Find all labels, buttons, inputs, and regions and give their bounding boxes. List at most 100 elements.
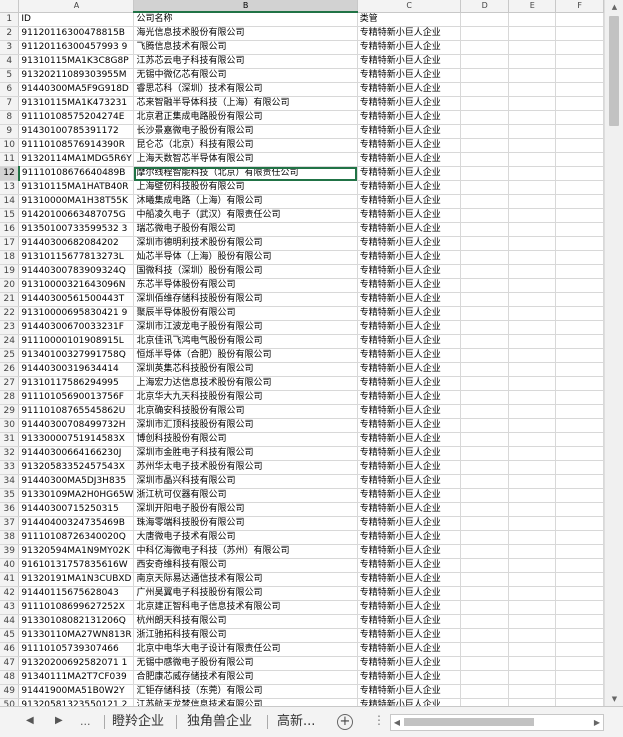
cell[interactable] — [508, 306, 557, 321]
more-sheets-left[interactable]: ... — [80, 715, 91, 728]
cell[interactable]: 深圳开阳电子股份有限公司 — [133, 502, 358, 517]
cell[interactable]: 专精特新小巨人企业 — [357, 110, 462, 125]
cell[interactable]: 北京中电华大电子设计有限责任公司 — [133, 642, 358, 657]
cell[interactable] — [555, 250, 604, 265]
cell[interactable] — [555, 404, 604, 419]
cell[interactable]: 91310115MA1K473231 — [18, 96, 135, 111]
cell[interactable] — [460, 26, 509, 41]
cell[interactable]: 专精特新小巨人企业 — [357, 516, 462, 531]
cell[interactable]: 专精特新小巨人企业 — [357, 572, 462, 587]
cell[interactable] — [508, 460, 557, 475]
row-header[interactable]: 24 — [0, 334, 20, 349]
cell[interactable]: 公司名称 — [133, 12, 358, 27]
row-header[interactable]: 39 — [0, 544, 20, 559]
cell[interactable] — [508, 320, 557, 335]
row-header[interactable]: 25 — [0, 348, 20, 363]
cell[interactable]: 专精特新小巨人企业 — [357, 292, 462, 307]
cell[interactable]: 91310000695830421 9 — [18, 306, 135, 321]
cell[interactable]: 专精特新小巨人企业 — [357, 250, 462, 265]
cell[interactable]: 91110108699627252X — [18, 600, 135, 615]
row-header[interactable]: 23 — [0, 320, 20, 335]
cell[interactable]: 专精特新小巨人企业 — [357, 166, 462, 181]
cell[interactable] — [460, 138, 509, 153]
cell[interactable] — [555, 642, 604, 657]
cell[interactable] — [555, 530, 604, 545]
row-header[interactable]: 15 — [0, 208, 20, 223]
cell[interactable] — [460, 68, 509, 83]
cell[interactable] — [460, 656, 509, 671]
scroll-left-arrow-icon[interactable]: ◀ — [391, 715, 403, 730]
cell[interactable] — [460, 572, 509, 587]
cell[interactable]: 专精特新小巨人企业 — [357, 656, 462, 671]
horizontal-scroll-thumb[interactable] — [404, 718, 534, 726]
column-header[interactable]: F — [555, 0, 604, 13]
row-header[interactable]: 29 — [0, 404, 20, 419]
row-header[interactable]: 8 — [0, 110, 20, 125]
cell[interactable] — [460, 278, 509, 293]
cell[interactable] — [508, 572, 557, 587]
cell[interactable] — [508, 362, 557, 377]
cell[interactable]: 深圳市汇顶科技股份有限公司 — [133, 418, 358, 433]
cell[interactable] — [508, 292, 557, 307]
cell[interactable] — [460, 348, 509, 363]
cell[interactable] — [508, 54, 557, 69]
cell[interactable] — [555, 236, 604, 251]
cell[interactable] — [508, 502, 557, 517]
cell[interactable] — [555, 166, 604, 181]
cell[interactable]: 大唐微电子技术有限公司 — [133, 530, 358, 545]
cell[interactable]: 深圳市晶兴科技有限公司 — [133, 474, 358, 489]
cell[interactable] — [555, 586, 604, 601]
cell[interactable]: 专精特新小巨人企业 — [357, 586, 462, 601]
cell[interactable] — [555, 516, 604, 531]
cell[interactable] — [555, 670, 604, 685]
cell[interactable]: 上海宏力达信息技术股份有限公司 — [133, 376, 358, 391]
cell[interactable]: 恒烁半导体（合肥）股份有限公司 — [133, 348, 358, 363]
cell[interactable]: 91610131757835616W — [18, 558, 135, 573]
cell[interactable] — [508, 390, 557, 405]
cell[interactable]: 91110108576914390R — [18, 138, 135, 153]
cell[interactable] — [460, 236, 509, 251]
cell[interactable] — [508, 530, 557, 545]
cell[interactable]: 无锡中感微电子股份有限公司 — [133, 656, 358, 671]
cell[interactable]: 北京确安科技股份有限公司 — [133, 404, 358, 419]
cell[interactable]: 91310117586294995 — [18, 376, 135, 391]
prev-sheet-arrow-icon[interactable]: ◀ — [26, 715, 34, 726]
add-sheet-icon[interactable]: + — [337, 714, 353, 730]
cell[interactable] — [555, 544, 604, 559]
cell[interactable]: 芯来智融半导体科技（上海）有限公司 — [133, 96, 358, 111]
row-header[interactable]: 27 — [0, 376, 20, 391]
cell[interactable] — [555, 222, 604, 237]
cell[interactable] — [460, 54, 509, 69]
cell[interactable]: 专精特新小巨人企业 — [357, 334, 462, 349]
cell[interactable]: 专精特新小巨人企业 — [357, 558, 462, 573]
cell[interactable] — [508, 180, 557, 195]
cell[interactable]: 91120116300478815B — [18, 26, 135, 41]
cell[interactable]: 91440300708499732H — [18, 418, 135, 433]
row-header[interactable]: 38 — [0, 530, 20, 545]
cell[interactable] — [460, 96, 509, 111]
cell[interactable]: 91440300783909324Q — [18, 264, 135, 279]
cell[interactable]: 专精特新小巨人企业 — [357, 236, 462, 251]
cell[interactable] — [508, 124, 557, 139]
spreadsheet-grid[interactable]: ABCDEF 1 ID 公司名称 类管 2 91120116300478815B 海光信息技… — [0, 0, 604, 706]
cell[interactable] — [508, 474, 557, 489]
cell[interactable] — [555, 418, 604, 433]
cell[interactable] — [555, 292, 604, 307]
cell[interactable] — [508, 166, 557, 181]
cell[interactable] — [555, 180, 604, 195]
cell[interactable]: 91310115677813273L — [18, 250, 135, 265]
cell[interactable] — [508, 642, 557, 657]
cell[interactable]: 91430100785391172 — [18, 124, 135, 139]
cell[interactable]: 专精特新小巨人企业 — [357, 40, 462, 55]
cell[interactable]: 海光信息技术股份有限公司 — [133, 26, 358, 41]
cell[interactable] — [460, 166, 509, 181]
cell[interactable] — [460, 264, 509, 279]
cell[interactable]: 91310115MA1K3C8G8P — [18, 54, 135, 69]
cell[interactable]: 91340100327991758Q — [18, 348, 135, 363]
cell[interactable] — [508, 670, 557, 685]
cell[interactable]: 91320200692582071 1 — [18, 656, 135, 671]
cell[interactable]: 专精特新小巨人企业 — [357, 96, 462, 111]
cell[interactable] — [508, 334, 557, 349]
cell[interactable]: 深圳市金胜电子科技有限公司 — [133, 446, 358, 461]
row-header[interactable]: 17 — [0, 236, 20, 251]
